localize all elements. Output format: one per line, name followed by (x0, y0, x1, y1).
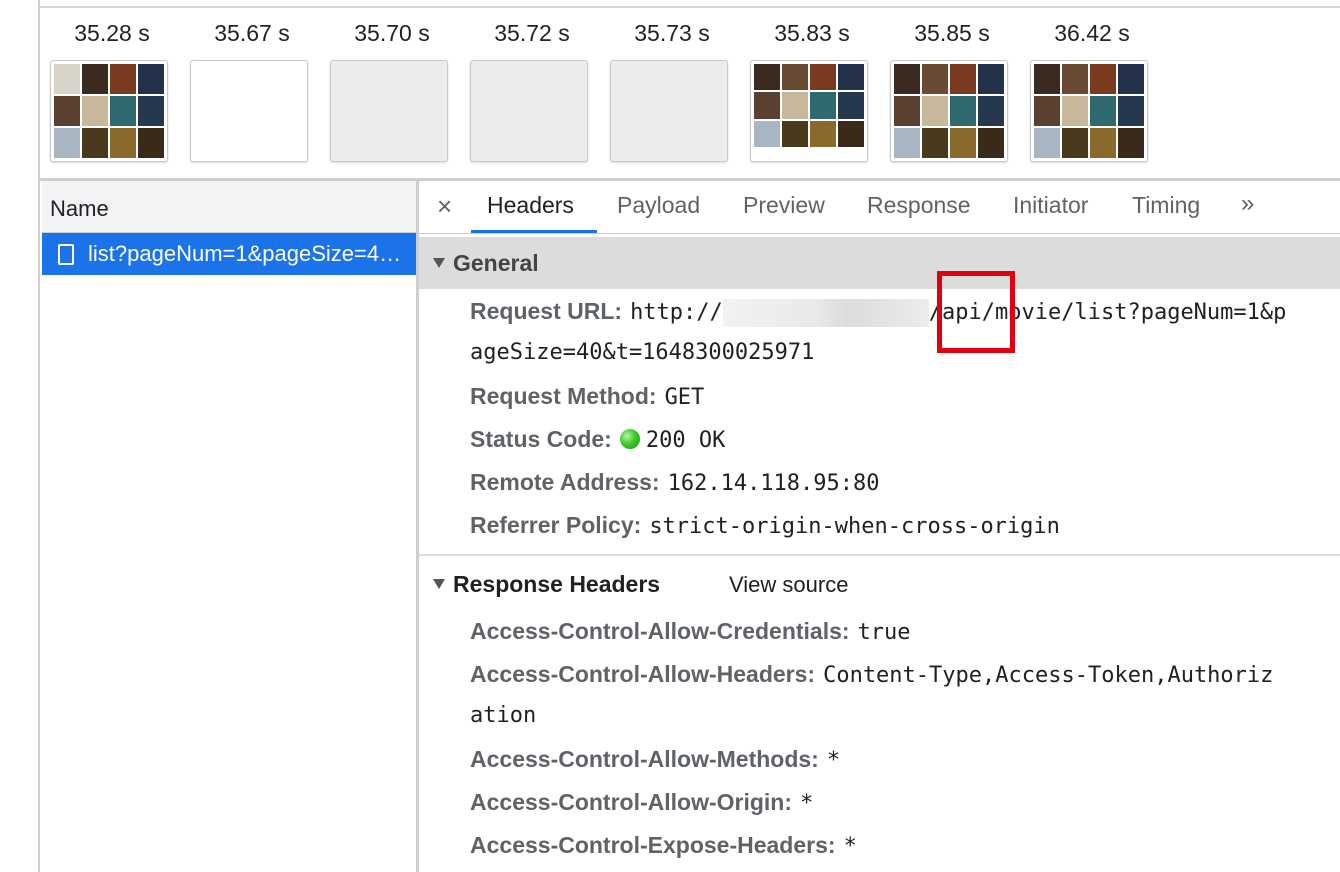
remote-address-label: Remote Address: (470, 469, 660, 495)
header-name: Access-Control-Expose-Headers: (470, 832, 836, 858)
request-row-selected[interactable]: list?pageNum=1&pageSize=40&t=16483000259… (42, 233, 416, 275)
collapse-triangle-icon (433, 578, 445, 589)
header-row: Access-Control-Allow-Headers: Content-Typ… (470, 661, 1273, 688)
frame-time: 35.28 s (74, 20, 150, 46)
status-code-value: 200 OK (645, 428, 726, 453)
general-title-text: General (453, 250, 539, 276)
section-separator (419, 554, 1340, 556)
request-list: Name list?pageNum=1&pageSize=40&t=164830… (42, 181, 416, 872)
status-code-label: Status Code: (470, 426, 612, 452)
header-name: Access-Control-Allow-Credentials: (470, 618, 850, 644)
close-icon[interactable]: × (437, 191, 452, 222)
poster-grid (54, 64, 164, 158)
poster-grid (1034, 64, 1144, 158)
header-row: Access-Control-Allow-Credentials: true (470, 618, 911, 645)
filmstrip-frame[interactable]: 35.83 s (742, 8, 868, 178)
header-value: * (843, 834, 857, 859)
active-tab-indicator (471, 230, 597, 233)
frame-thumbnail[interactable] (330, 60, 448, 162)
view-source-link[interactable]: View source (729, 572, 848, 598)
remote-address-row: Remote Address: 162.14.118.95:80 (470, 469, 880, 496)
more-tabs-chevron-icon[interactable]: » (1241, 190, 1254, 218)
general-section-header[interactable]: General (419, 237, 1340, 289)
filmstrip-frame[interactable]: 35.85 s (882, 8, 1008, 178)
header-value: * (800, 791, 814, 816)
frame-time: 35.72 s (494, 20, 570, 46)
document-icon (58, 243, 74, 265)
filmstrip-frame[interactable]: 35.28 s (42, 8, 168, 178)
tab-headers[interactable]: Headers (487, 192, 574, 219)
frame-time: 36.42 s (1054, 20, 1130, 46)
tab-initiator[interactable]: Initiator (1013, 192, 1088, 219)
request-detail-panel: × Headers Payload Preview Response Initi… (419, 181, 1340, 872)
filmstrip-frame[interactable]: 35.73 s (602, 8, 728, 178)
frame-time: 35.70 s (354, 20, 430, 46)
status-code-row: Status Code: 200 OK (470, 426, 725, 453)
header-name: Access-Control-Allow-Headers: (470, 661, 816, 687)
tab-timing[interactable]: Timing (1132, 192, 1200, 219)
frame-thumbnail[interactable] (610, 60, 728, 162)
frame-thumbnail[interactable] (750, 60, 868, 162)
referrer-policy-row: Referrer Policy: strict-origin-when-cross… (470, 512, 1060, 539)
referrer-policy-value: strict-origin-when-cross-origin (649, 514, 1060, 539)
status-ok-icon (619, 428, 640, 449)
remote-address-value: 162.14.118.95:80 (667, 471, 880, 496)
request-name: list?pageNum=1&pageSize=40&t=16483000259… (88, 241, 408, 266)
frame-thumbnail[interactable] (50, 60, 168, 162)
header-row: Access-Control-Allow-Methods: * (470, 746, 840, 773)
tab-payload[interactable]: Payload (617, 192, 700, 219)
header-row: Access-Control-Expose-Headers: * (470, 832, 857, 859)
redacted-host (722, 299, 929, 327)
request-url-label: Request URL: (470, 298, 623, 324)
referrer-policy-label: Referrer Policy: (470, 512, 642, 538)
frame-thumbnail[interactable] (1030, 60, 1148, 162)
window-left-edge (0, 0, 40, 872)
name-column-header[interactable]: Name (42, 181, 416, 233)
header-value: * (826, 748, 841, 773)
tab-preview[interactable]: Preview (743, 192, 825, 219)
tab-response[interactable]: Response (867, 192, 971, 219)
request-url-row: Request URL: http:///api/movie/list?pageN… (470, 298, 1286, 327)
filmstrip-frame[interactable]: 35.70 s (322, 8, 448, 178)
annotation-highlight-box (937, 271, 1015, 353)
frame-time: 35.67 s (214, 20, 290, 46)
request-method-label: Request Method: (470, 383, 657, 409)
request-url-continuation: ageSize=40&t=1648300025971 (470, 340, 815, 365)
response-headers-section-title[interactable]: Response Headers (433, 571, 660, 598)
request-url-prefix: http:// (630, 300, 723, 325)
frame-time: 35.73 s (634, 20, 710, 46)
response-headers-title-text: Response Headers (453, 571, 661, 597)
frame-time: 35.83 s (774, 20, 850, 46)
request-method-value: GET (664, 385, 705, 410)
toolbar-edge (40, 0, 1340, 8)
header-name: Access-Control-Allow-Origin: (470, 789, 793, 815)
screenshot-filmstrip: 35.28 s 35.67 s 35.70 s 35.72 s 35.73 s … (42, 8, 1340, 178)
poster-grid (754, 64, 864, 147)
header-value: true (857, 620, 911, 645)
header-value: Content-Type,Access-Token,Authoriz (823, 663, 1274, 688)
request-method-row: Request Method: GET (470, 383, 704, 410)
filmstrip-frame[interactable]: 35.67 s (182, 8, 308, 178)
frame-thumbnail[interactable] (470, 60, 588, 162)
header-row: Access-Control-Allow-Origin: * (470, 789, 813, 816)
poster-grid (894, 64, 1004, 158)
frame-time: 35.85 s (914, 20, 990, 46)
filmstrip-frame[interactable]: 35.72 s (462, 8, 588, 178)
frame-thumbnail[interactable] (190, 60, 308, 162)
general-section-title: General (433, 250, 539, 277)
collapse-triangle-icon (433, 257, 445, 268)
frame-thumbnail[interactable] (890, 60, 1008, 162)
filmstrip-frame[interactable]: 36.42 s (1022, 8, 1148, 178)
header-name: Access-Control-Allow-Methods: (470, 746, 819, 772)
detail-tabbar: × Headers Payload Preview Response Initi… (419, 181, 1340, 234)
header-value-continuation: ation (470, 703, 537, 728)
